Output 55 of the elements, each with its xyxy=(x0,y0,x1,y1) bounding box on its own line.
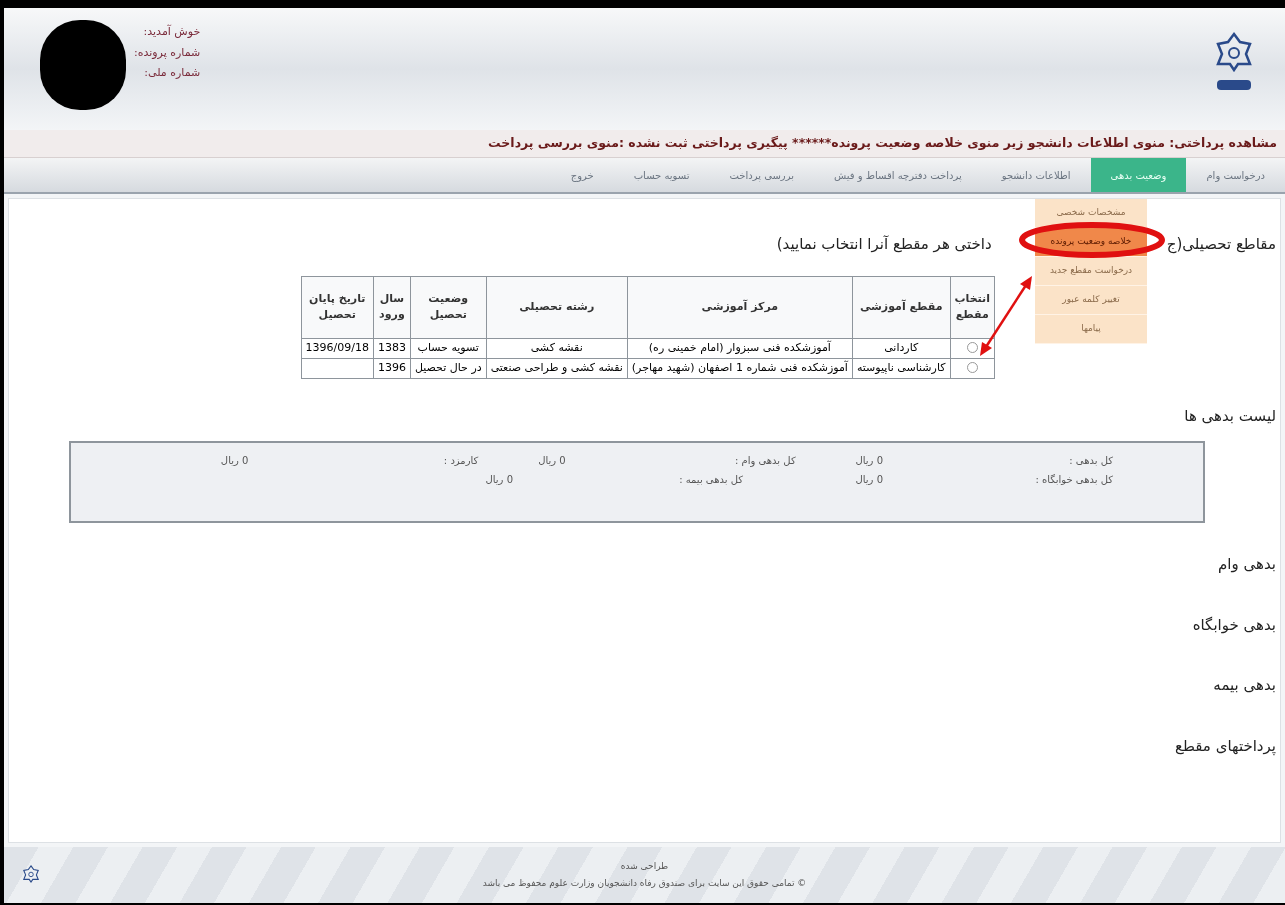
debt-value: 0 ریال xyxy=(538,454,566,468)
table-cell: تسویه حساب xyxy=(417,340,479,354)
header-label: خوش آمدید: xyxy=(142,24,201,40)
table-cell: 1383 xyxy=(377,340,406,354)
table-cell: 1396/09/18 xyxy=(305,340,369,354)
column-header: سال ورود xyxy=(373,276,411,338)
section-heading: بدهی وام xyxy=(1217,554,1276,575)
section-heading: بدهی بیمه xyxy=(1212,675,1276,696)
section-heading: پرداختهای مقطع xyxy=(1174,735,1276,757)
table-cell: کاردانی xyxy=(884,340,919,354)
column-header: مقطع آموزشی xyxy=(852,276,950,338)
table-cell: در حال تحصیل xyxy=(414,360,482,374)
section-heading: داختی هر مقطع آنرا انتخاب نمایید) xyxy=(776,234,992,255)
footer-text: طراحی شده xyxy=(620,859,669,873)
footer-text: © تمامی حقوق این سایت برای صندوق رفاه دانشجویان وزارت علوم محفوظ می باشد xyxy=(482,877,807,890)
header-label: شماره ملی: xyxy=(143,65,201,81)
dropdown-item[interactable]: درخواست مقطع جدید xyxy=(1035,257,1147,286)
debt-label: کل بدهی خوابگاه : xyxy=(1034,473,1113,487)
radio-button[interactable] xyxy=(966,342,978,354)
debt-value: 0 ریال xyxy=(220,454,249,468)
column-header: مرکز آموزشی xyxy=(627,276,853,338)
menu-tab[interactable]: وضعیت بدهی xyxy=(1090,158,1187,192)
debt-label: کارمزد : xyxy=(442,454,479,468)
debt-value: 0 ریال xyxy=(855,454,883,468)
menu-tab[interactable]: تسویه حساب xyxy=(613,158,710,192)
debt-label: کل بدهی : xyxy=(1068,454,1113,468)
menu-tab[interactable]: بررسی پرداخت xyxy=(709,158,814,192)
menu-tab[interactable]: خروج xyxy=(550,158,614,192)
dropdown-item[interactable]: پیامها xyxy=(1035,315,1147,344)
table-cell: آموزشکده فنی سبزوار (امام خمینی ره) xyxy=(648,340,831,354)
table-cell: آموزشکده فنی شماره 1 اصفهان (شهید مهاجر) xyxy=(631,360,848,374)
column-header: انتخاب مقطع xyxy=(950,276,995,338)
debt-label: کل بدهی بیمه : xyxy=(678,473,743,487)
table-cell: نقشه کشی و طراحی صنعتی xyxy=(490,360,623,374)
section-heading: لیست بدهی ها xyxy=(1183,405,1277,427)
column-header: رشته تحصیلی xyxy=(486,276,628,338)
menu-tab[interactable]: درخواست وام xyxy=(1186,158,1285,192)
dropdown-item[interactable]: تغییر کلمه عبور xyxy=(1035,286,1147,315)
debt-value: 0 ریال xyxy=(485,473,513,487)
logo-ribbon xyxy=(1217,80,1251,90)
section-heading: بدهی خوابگاه xyxy=(1191,614,1276,636)
menu-tab[interactable]: اطلاعات دانشجو xyxy=(981,158,1091,192)
radio-button[interactable] xyxy=(966,362,978,374)
notice-text: مشاهده پرداختی: منوی اطلاعات دانشجو زیر منوی خلاصه وضعیت پرونده****** پیگیری پرداختی ثبت نشده :منوی بررسی پرداخت xyxy=(488,134,1277,153)
column-header: تاریخ پایان تحصیل xyxy=(301,276,374,338)
table-cell: کارشناسی ناپیوسته xyxy=(856,360,946,374)
footer-logo-icon xyxy=(22,863,40,885)
debt-value: 0 ریال xyxy=(855,473,883,487)
table-cell: 1396 xyxy=(377,360,406,374)
menu-tab[interactable]: پرداخت دفترچه اقساط و فیش xyxy=(814,158,982,192)
table-cell: نقشه کشی xyxy=(530,340,583,354)
column-header: وضعیت تحصیل xyxy=(410,276,487,338)
header-label: شماره پرونده: xyxy=(134,44,201,61)
debt-label: کل بدهی وام : xyxy=(734,454,796,468)
section-heading: مقاطع تحصیلی(ج xyxy=(1166,234,1276,256)
